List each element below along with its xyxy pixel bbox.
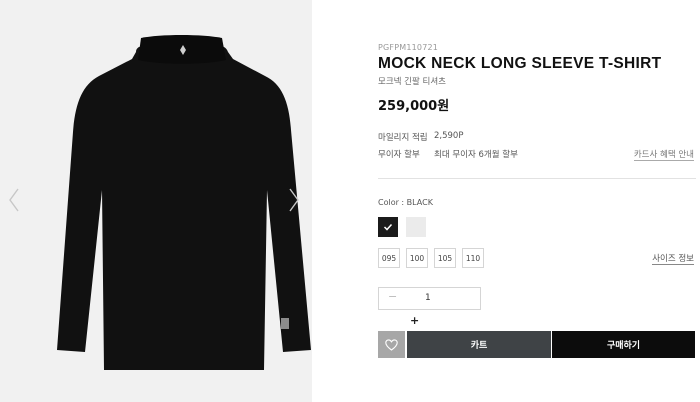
product-gallery [0,0,312,402]
divider [378,178,696,179]
next-image-arrow-icon[interactable] [286,186,302,214]
add-to-cart-button[interactable]: 카트 [407,331,551,358]
size-guide-link[interactable]: 사이즈 정보 [652,252,694,265]
product-image [57,35,311,370]
product-subtitle: 모크넥 긴팔 티셔츠 [378,77,446,87]
size-option-095[interactable]: 095 [378,248,400,268]
wishlist-button[interactable] [378,331,405,358]
mileage-label: 마일리지 적립 [378,133,428,143]
product-info: PGFPM110721 MOCK NECK LONG SLEEVE T-SHIR… [378,0,696,402]
installment-label: 무이자 할부 [378,150,420,160]
installment-value: 최대 무이자 6개월 할부 [434,150,518,160]
size-option-105[interactable]: 105 [434,248,456,268]
product-sku: PGFPM110721 [378,43,439,52]
quantity-value[interactable]: 1 [425,293,431,303]
buy-now-button[interactable]: 구매하기 [552,331,695,358]
color-label: Color : BLACK [378,198,433,207]
product-title: MOCK NECK LONG SLEEVE T-SHIRT [378,55,662,72]
quantity-stepper: − 1 [378,287,481,310]
quantity-plus-button[interactable]: + [410,314,419,327]
size-option-100[interactable]: 100 [406,248,428,268]
color-swatch-white[interactable] [406,217,426,237]
product-price: 259,000원 [378,99,450,114]
check-icon [383,223,393,231]
color-swatch-black[interactable] [378,217,398,237]
heart-icon [385,338,398,351]
prev-image-arrow-icon[interactable] [6,186,22,214]
mileage-value: 2,590P [434,131,464,141]
card-benefit-link[interactable]: 카드사 혜택 안내 [633,148,694,161]
size-option-110[interactable]: 110 [462,248,484,268]
quantity-minus-button[interactable]: − [388,290,397,303]
